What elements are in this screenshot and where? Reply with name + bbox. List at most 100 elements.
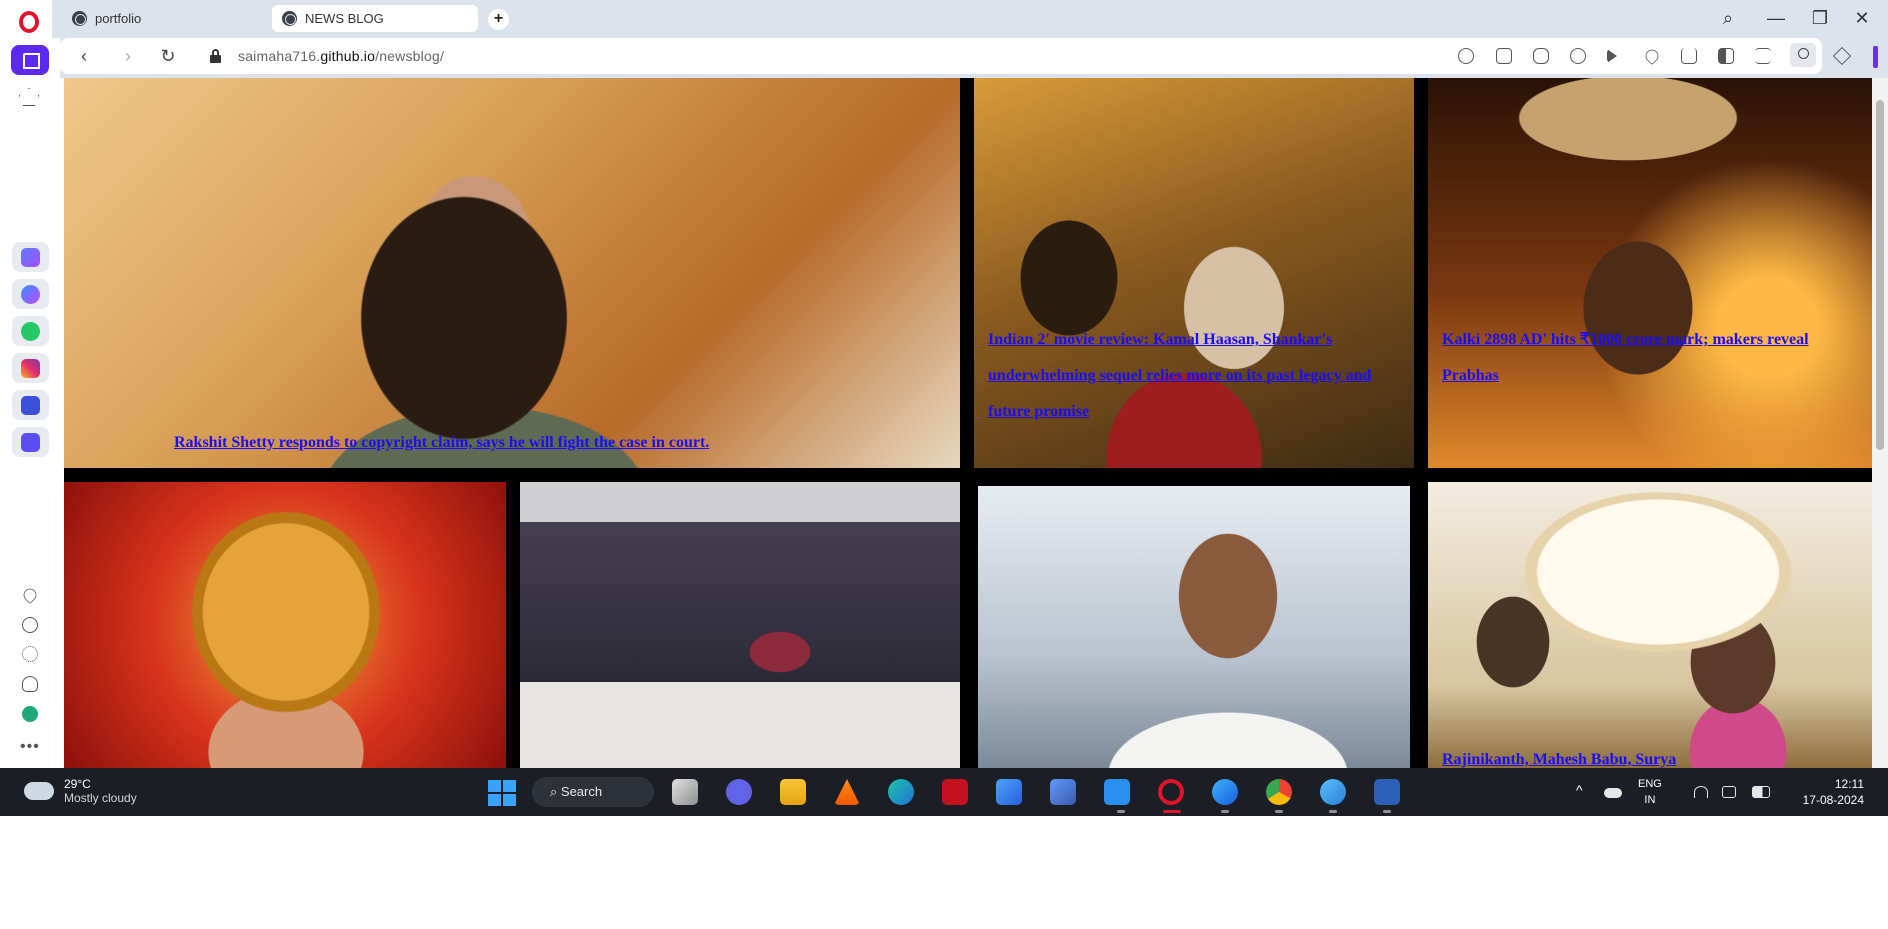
url-text[interactable]: saimaha716.github.io/newsblog/ xyxy=(238,48,444,64)
edge-icon[interactable] xyxy=(888,779,914,805)
opera-sidebar: ••• xyxy=(0,0,52,768)
reload-button[interactable]: ↻ xyxy=(156,44,180,68)
tray-chevron-icon[interactable]: ^ xyxy=(1576,782,1583,798)
cloud-icon xyxy=(20,776,54,800)
globe-icon xyxy=(282,11,297,26)
news-headline-link[interactable]: Rajinikanth, Mahesh Babu, Surya xyxy=(1442,742,1862,768)
lock-icon[interactable] xyxy=(210,49,221,63)
heart-icon[interactable] xyxy=(1642,46,1662,66)
download-icon[interactable] xyxy=(1681,48,1697,64)
zoom-icon[interactable] xyxy=(1458,48,1474,64)
file-explorer-icon[interactable] xyxy=(780,779,806,805)
news-card[interactable] xyxy=(520,482,960,768)
tab-portfolio[interactable]: portfolio xyxy=(62,5,262,32)
share-icon[interactable] xyxy=(1496,48,1512,64)
tab-title: portfolio xyxy=(95,11,142,26)
battery-saver-icon[interactable] xyxy=(1718,48,1734,64)
running-indicator xyxy=(1383,810,1391,813)
minimize-button[interactable]: — xyxy=(1762,6,1790,30)
news-image xyxy=(64,78,960,468)
tab-search-icon[interactable]: ⌕ xyxy=(1714,6,1742,30)
send-icon[interactable] xyxy=(1607,49,1617,63)
video-player-icon[interactable] xyxy=(12,427,49,457)
bookmarks-heart-icon[interactable] xyxy=(20,585,40,605)
onedrive-icon[interactable] xyxy=(1604,788,1622,798)
pinboard-icon[interactable] xyxy=(19,88,39,106)
restore-button[interactable]: ❐ xyxy=(1806,6,1834,30)
chrome-icon[interactable] xyxy=(1266,779,1292,805)
news-headline-link[interactable]: Rakshit Shetty responds to copyright cla… xyxy=(174,425,709,461)
forward-button[interactable]: › xyxy=(116,44,140,68)
wifi-icon[interactable] xyxy=(1694,786,1708,798)
weather-widget[interactable]: 29°C Mostly cloudy xyxy=(20,776,137,805)
scrollbar-thumb[interactable] xyxy=(1876,100,1884,450)
running-indicator xyxy=(1275,810,1283,813)
word-icon[interactable] xyxy=(1374,779,1400,805)
clock[interactable]: 12:11 17-08-2024 xyxy=(1788,776,1864,808)
tab-news-blog[interactable]: NEWS BLOG xyxy=(272,5,478,32)
opera-logo-icon[interactable] xyxy=(19,11,39,33)
mcafee-icon[interactable] xyxy=(942,779,968,805)
news-image xyxy=(64,482,506,768)
news-headline-link[interactable]: Kalki 2898 AD' hits ₹1000 crore mark; ma… xyxy=(1442,322,1862,394)
aria-app-icon[interactable] xyxy=(12,242,49,272)
battery-icon[interactable] xyxy=(1752,786,1770,798)
windows-start-icon[interactable] xyxy=(488,780,516,806)
news-card[interactable]: Indian 2' movie review: Kamal Haasan, Sh… xyxy=(974,78,1414,468)
vscode-icon[interactable] xyxy=(1104,779,1130,805)
taskbar-search[interactable]: ⌕ Search xyxy=(532,777,654,807)
windows-taskbar: 29°C Mostly cloudy ⌕ Search ^ ENG IN 12:… xyxy=(0,768,1888,816)
snapshot-icon[interactable] xyxy=(1533,48,1549,64)
history-icon[interactable] xyxy=(22,617,38,633)
sidebar-toggle[interactable] xyxy=(1873,46,1878,68)
tab-title: NEWS BLOG xyxy=(305,11,384,26)
news-card[interactable]: Rajinikanth, Mahesh Babu, Surya xyxy=(1428,482,1872,768)
music-player-icon[interactable] xyxy=(12,390,49,420)
news-card[interactable] xyxy=(978,486,1410,768)
store-icon[interactable] xyxy=(996,779,1022,805)
news-card-featured[interactable]: Rakshit Shetty responds to copyright cla… xyxy=(64,78,960,468)
news-image xyxy=(520,482,960,768)
language-indicator[interactable]: ENG IN xyxy=(1638,776,1662,808)
tab-strip: portfolio NEWS BLOG + ⌕ — ❐ ✕ xyxy=(0,0,1888,38)
settings-gear-icon[interactable] xyxy=(22,646,38,662)
remote-desktop-icon[interactable] xyxy=(1050,779,1076,805)
instagram-icon[interactable] xyxy=(12,353,49,383)
running-indicator xyxy=(1117,810,1125,813)
running-indicator xyxy=(1329,810,1337,813)
more-icon[interactable]: ••• xyxy=(20,738,40,756)
easy-setup-icon[interactable] xyxy=(1755,48,1771,64)
extensions-icon[interactable] xyxy=(1832,46,1852,66)
news-headline-link[interactable]: Indian 2' movie review: Kamal Haasan, Sh… xyxy=(988,322,1408,430)
active-indicator xyxy=(1163,810,1181,813)
adblock-icon[interactable] xyxy=(1570,48,1586,64)
task-view-icon[interactable] xyxy=(672,779,698,805)
home-button[interactable] xyxy=(11,45,49,75)
new-tab-button[interactable]: + xyxy=(488,9,509,30)
news-image xyxy=(978,486,1410,768)
profile-icon[interactable] xyxy=(1790,43,1816,67)
wallet-icon[interactable] xyxy=(22,706,38,722)
volume-icon[interactable] xyxy=(1722,786,1736,798)
whatsapp-icon[interactable] xyxy=(12,316,49,346)
news-card[interactable]: Kalki 2898 AD' hits ₹1000 crore mark; ma… xyxy=(1428,78,1872,468)
news-image xyxy=(1428,482,1872,768)
news-image xyxy=(1428,78,1872,468)
messenger-icon[interactable] xyxy=(12,279,49,309)
back-button[interactable]: ‹ xyxy=(72,44,96,68)
opera-taskbar-icon[interactable] xyxy=(1158,779,1184,805)
address-bar-area: ‹ › ↻ saimaha716.github.io/newsblog/ xyxy=(60,38,1888,78)
vlc-icon[interactable] xyxy=(834,779,860,805)
close-button[interactable]: ✕ xyxy=(1848,6,1876,30)
ie-icon[interactable] xyxy=(1212,779,1238,805)
address-bar[interactable]: ‹ › ↻ saimaha716.github.io/newsblog/ xyxy=(60,38,1822,74)
globe-icon xyxy=(72,11,87,26)
weather-temp: 29°C xyxy=(64,777,91,791)
page-scrollbar[interactable] xyxy=(1872,78,1888,768)
tips-bulb-icon[interactable] xyxy=(22,676,38,692)
teams-meet-icon[interactable] xyxy=(726,779,752,805)
globe-app-icon[interactable] xyxy=(1320,779,1346,805)
news-grid: Rakshit Shetty responds to copyright cla… xyxy=(64,78,1872,768)
weather-desc: Mostly cloudy xyxy=(64,791,137,805)
news-card[interactable] xyxy=(64,482,506,768)
